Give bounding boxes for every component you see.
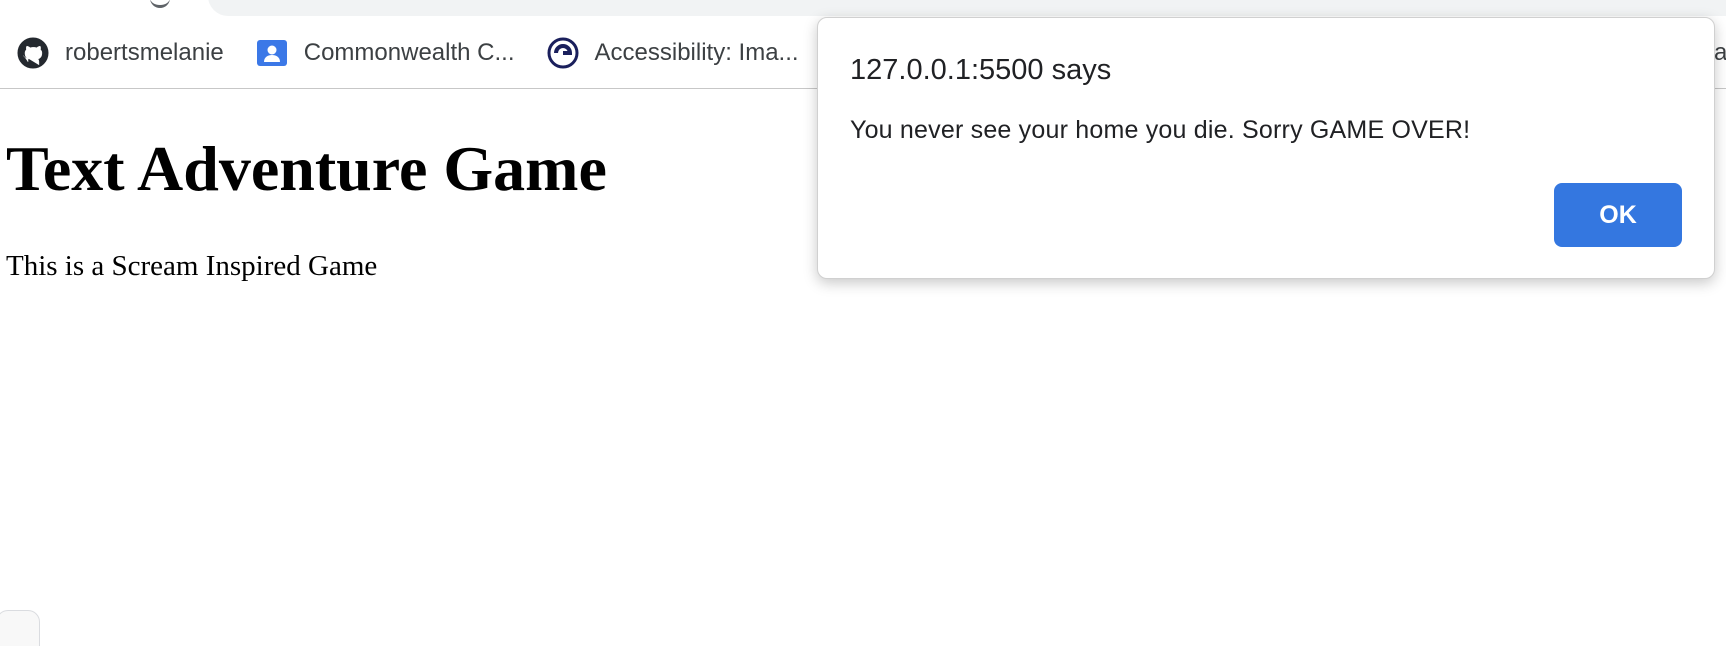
address-bar[interactable] xyxy=(208,0,1726,16)
bookmark-label: robertsmelanie xyxy=(65,38,224,66)
github-icon xyxy=(17,37,49,68)
dialog-message: You never see your home you die. Sorry G… xyxy=(850,116,1471,144)
bookmark-robertsmelanie[interactable]: robertsmelanie xyxy=(17,33,224,73)
alert-dialog: 127.0.0.1:5500 says You never see your h… xyxy=(817,17,1715,279)
page-subtitle: This is a Scream Inspired Game xyxy=(6,250,378,282)
bookmark-commonwealth[interactable]: Commonwealth C... xyxy=(256,33,515,73)
accessibility-site-icon xyxy=(547,37,578,68)
bookmark-accessibility[interactable]: Accessibility: Ima... xyxy=(547,33,799,73)
page-title: Text Adventure Game xyxy=(6,133,607,204)
bookmark-overflow[interactable]: ar xyxy=(1714,17,1726,89)
bookmark-label: Accessibility: Ima... xyxy=(594,38,799,66)
corner-panel-handle[interactable] xyxy=(0,610,40,646)
address-bar-strip xyxy=(0,0,1726,17)
dialog-title: 127.0.0.1:5500 says xyxy=(850,54,1112,86)
bookmark-overflow-label: ar xyxy=(1714,39,1726,66)
contact-card-icon xyxy=(256,39,287,66)
bookmark-label: Commonwealth C... xyxy=(303,38,515,66)
reload-icon[interactable] xyxy=(150,0,170,8)
ok-button[interactable]: OK xyxy=(1554,183,1682,247)
